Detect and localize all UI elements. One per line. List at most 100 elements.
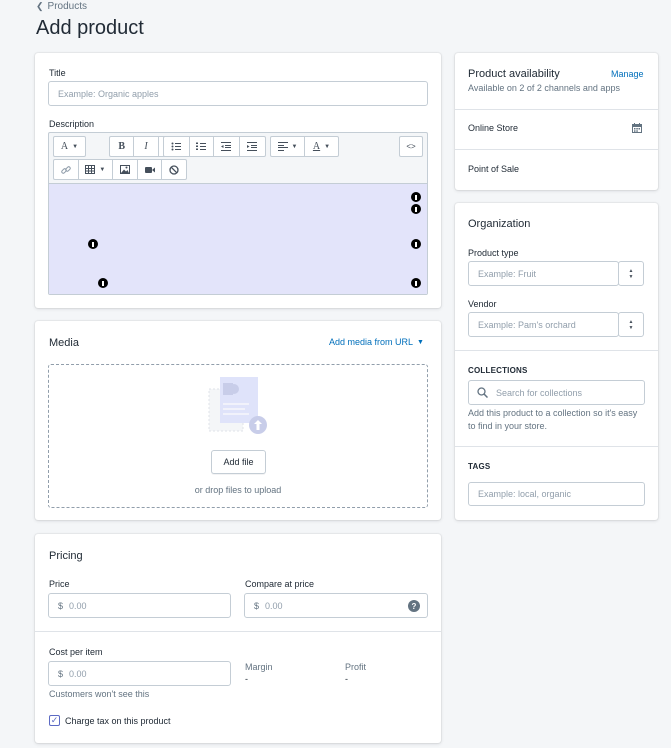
description-label: Description <box>49 119 95 129</box>
align-color-group: ▼ A ▼ <box>270 136 339 157</box>
font-icon: A <box>60 141 69 152</box>
collections-placeholder: Search for collections <box>496 387 583 398</box>
collections-search-input[interactable]: Search for collections <box>468 380 645 405</box>
resize-handle-icon[interactable] <box>411 204 421 214</box>
divider <box>35 631 441 632</box>
organization-card: Organization Product type Example: Fruit… <box>455 203 658 520</box>
cost-placeholder: 0.00 <box>69 668 87 679</box>
table-icon <box>85 165 96 174</box>
breadcrumb-products-link[interactable]: Products <box>48 1 87 12</box>
pricing-card: Pricing Price $ 0.00 Compare at price $ … <box>35 534 441 743</box>
availability-heading: Product availability <box>468 68 560 80</box>
media-heading: Media <box>49 337 79 349</box>
vendor-stepper[interactable]: ▲ ▼ <box>618 312 644 337</box>
margin-label: Margin <box>245 662 273 672</box>
product-type-input[interactable]: Example: Fruit <box>468 261 619 286</box>
search-icon <box>477 387 488 398</box>
upload-illustration-icon <box>208 377 267 434</box>
chevron-down-icon: ▼ <box>99 166 106 173</box>
cost-currency: $ <box>58 668 64 679</box>
charge-tax-label: Charge tax on this product <box>65 715 171 726</box>
bold-button[interactable]: B <box>110 137 135 156</box>
compare-placeholder: 0.00 <box>265 600 283 611</box>
insert-image-button[interactable] <box>113 160 138 179</box>
list-indent-group <box>163 136 266 157</box>
add-media-from-url-label: Add media from URL <box>329 337 414 347</box>
product-type-stepper[interactable]: ▲ ▼ <box>618 261 644 286</box>
resize-handle-icon[interactable] <box>411 192 421 202</box>
resize-handle-icon[interactable] <box>411 278 421 288</box>
help-icon[interactable]: ? <box>408 600 420 612</box>
editor-content-area[interactable] <box>49 183 427 294</box>
title-input-placeholder: Example: Organic apples <box>58 88 159 99</box>
vendor-label: Vendor <box>468 299 497 309</box>
resize-handle-icon[interactable] <box>98 278 108 288</box>
compare-at-price-input[interactable]: $ 0.00 ? <box>244 593 428 618</box>
organization-heading: Organization <box>468 218 531 230</box>
resize-handle-icon[interactable] <box>88 239 98 249</box>
pricing-heading: Pricing <box>49 550 83 562</box>
italic-button[interactable]: I <box>134 137 159 156</box>
font-style-dropdown[interactable]: A ▼ <box>53 136 86 157</box>
numbered-list-button[interactable] <box>190 137 215 156</box>
bold-icon: B <box>118 141 125 152</box>
breadcrumb[interactable]: ❮ Products <box>36 1 87 12</box>
insert-video-button[interactable] <box>138 160 163 179</box>
title-label: Title <box>49 68 66 78</box>
bullet-list-icon <box>171 142 182 151</box>
product-type-label: Product type <box>468 248 519 258</box>
add-media-from-url-dropdown[interactable]: Add media from URL ▼ <box>329 337 424 347</box>
margin-value: - <box>245 674 248 684</box>
code-icon: <> <box>406 142 416 151</box>
indent-button[interactable] <box>240 137 265 156</box>
text-color-icon: A <box>312 141 321 152</box>
insert-link-button[interactable] <box>54 160 79 179</box>
link-icon <box>61 165 71 174</box>
price-input[interactable]: $ 0.00 <box>48 593 231 618</box>
chevron-down-icon: ▼ <box>72 143 79 150</box>
vendor-input[interactable]: Example: Pam's orchard <box>468 312 619 337</box>
calendar-icon[interactable] <box>632 123 642 133</box>
cost-per-item-input[interactable]: $ 0.00 <box>48 661 231 686</box>
cost-help-text: Customers won't see this <box>49 689 150 699</box>
insert-table-dropdown[interactable]: ▼ <box>79 160 114 179</box>
text-color-dropdown[interactable]: A ▼ <box>305 137 338 156</box>
chevron-down-icon: ▼ <box>324 143 331 150</box>
show-html-button[interactable]: <> <box>399 136 423 157</box>
bullet-list-button[interactable] <box>164 137 190 156</box>
resize-handle-icon[interactable] <box>411 239 421 249</box>
vendor-placeholder: Example: Pam's orchard <box>478 319 576 330</box>
chevron-down-icon: ▼ <box>628 273 634 280</box>
compare-at-price-label: Compare at price <box>245 579 315 589</box>
align-dropdown[interactable]: ▼ <box>271 137 305 156</box>
clear-format-icon <box>169 164 179 175</box>
charge-tax-checkbox[interactable]: ✓ <box>49 715 60 726</box>
outdent-icon <box>221 142 232 151</box>
price-label: Price <box>49 579 70 589</box>
caret-down-icon: ▼ <box>417 338 424 346</box>
numbered-list-icon <box>196 142 207 150</box>
title-input[interactable]: Example: Organic apples <box>48 81 428 106</box>
tags-placeholder: Example: local, organic <box>478 489 572 499</box>
charge-tax-row[interactable]: ✓ Charge tax on this product <box>49 715 171 726</box>
clear-formatting-button[interactable] <box>162 160 186 179</box>
product-details-card: Title Example: Organic apples Descriptio… <box>35 53 441 308</box>
compare-currency: $ <box>254 600 260 611</box>
outdent-button[interactable] <box>214 137 240 156</box>
tags-input[interactable]: Example: local, organic <box>468 482 645 506</box>
divider <box>455 350 658 351</box>
page-title: Add product <box>36 17 144 39</box>
availability-subtext: Available on 2 of 2 channels and apps <box>468 83 620 93</box>
product-availability-card: Product availability Manage Available on… <box>455 53 658 190</box>
divider <box>455 149 658 150</box>
chevron-left-icon: ❮ <box>36 1 44 11</box>
video-icon <box>144 166 155 173</box>
indent-icon <box>247 142 258 151</box>
manage-link[interactable]: Manage <box>611 69 644 79</box>
tags-heading: TAGS <box>468 462 491 471</box>
chevron-down-icon: ▼ <box>291 143 298 150</box>
price-placeholder: 0.00 <box>69 600 87 611</box>
profit-value: - <box>345 674 348 684</box>
media-dropzone[interactable]: Add file or drop files to upload <box>48 364 428 508</box>
add-file-button[interactable]: Add file <box>211 450 266 474</box>
